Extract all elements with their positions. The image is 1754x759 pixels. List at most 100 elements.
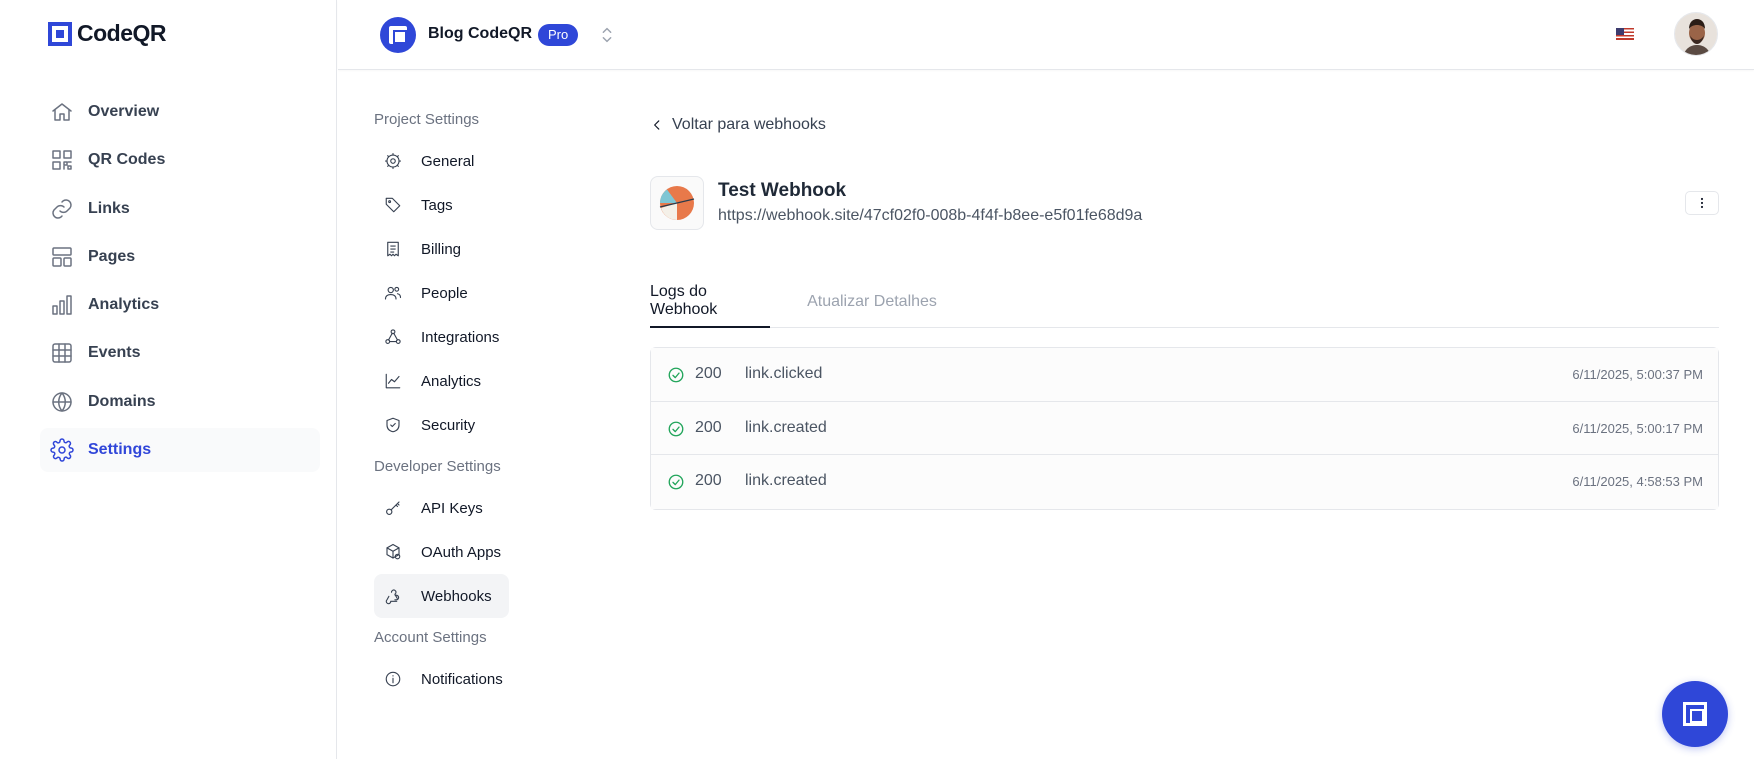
settings-item-label: Analytics [421, 372, 482, 390]
settings-item-billing[interactable]: Billing [374, 227, 509, 271]
sidebar-item-domains[interactable]: Domains [40, 380, 320, 424]
tab-update-details[interactable]: Atualizar Detalhes [802, 276, 942, 328]
sidebar-item-qr-codes[interactable]: QR Codes [40, 138, 320, 182]
log-status-code: 200 [695, 365, 722, 382]
sidebar: CodeQR Overview QR Codes Links Pages Ana… [0, 0, 337, 759]
help-chat-button[interactable] [1662, 681, 1728, 747]
sidebar-item-label: Links [88, 199, 130, 217]
layout-icon [50, 245, 74, 269]
settings-item-label: Notifications [421, 670, 503, 688]
sidebar-item-links[interactable]: Links [40, 187, 320, 231]
settings-item-label: OAuth Apps [421, 543, 502, 561]
settings-item-api-keys[interactable]: API Keys [374, 486, 509, 530]
log-row[interactable]: 200 link.clicked 6/11/2025, 5:00:37 PM [651, 348, 1718, 402]
users-icon [384, 284, 402, 302]
logo-icon [48, 21, 72, 46]
settings-item-analytics[interactable]: Analytics [374, 359, 509, 403]
plan-badge: Pro [538, 24, 579, 46]
settings-item-label: General [421, 152, 475, 170]
webhook-icon [384, 587, 402, 605]
chevron-up-down-icon[interactable] [596, 24, 618, 46]
main-nav: Overview QR Codes Links Pages Analytics … [40, 90, 320, 476]
qr-code-icon [50, 148, 74, 172]
log-row[interactable]: 200 link.created 6/11/2025, 4:58:53 PM [651, 455, 1718, 510]
sidebar-item-pages[interactable]: Pages [40, 235, 320, 279]
tab-webhook-logs[interactable]: Logs do Webhook [650, 276, 770, 328]
project-settings-title: Project Settings [374, 110, 480, 128]
settings-item-label: Integrations [421, 328, 500, 346]
key-icon [384, 499, 402, 517]
settings-item-people[interactable]: People [374, 271, 509, 315]
codeqr-logo-icon [1683, 702, 1707, 726]
sidebar-item-label: Analytics [88, 296, 160, 314]
user-photo-icon [1675, 13, 1717, 55]
cube-icon [384, 543, 402, 561]
developer-settings-title: Developer Settings [374, 457, 501, 475]
line-chart-icon [384, 372, 402, 390]
settings-item-webhooks[interactable]: Webhooks [374, 574, 509, 618]
webhook-title: Test Webhook [718, 180, 847, 201]
check-circle-icon [667, 420, 685, 438]
settings-item-label: Webhooks [421, 587, 492, 605]
project-avatar[interactable] [380, 17, 416, 53]
shield-icon [384, 416, 402, 434]
vertical-dots-icon [1700, 197, 1704, 209]
log-event: link.created [745, 472, 827, 490]
log-event: link.created [745, 418, 827, 436]
sidebar-item-label: Events [88, 344, 141, 362]
webhook-logo [650, 176, 704, 230]
settings-item-notifications[interactable]: Notifications [374, 657, 509, 701]
receipt-icon [384, 240, 402, 258]
webhook-pie-icon [659, 186, 695, 220]
bar-chart-icon [50, 293, 74, 317]
logo[interactable]: CodeQR [48, 20, 167, 47]
link-icon [50, 197, 74, 221]
sidebar-item-label: Overview [88, 103, 160, 120]
integrations-icon [384, 328, 402, 346]
topbar: Blog CodeQR Pro [338, 0, 1754, 70]
settings-item-label: API Keys [421, 499, 483, 517]
log-row[interactable]: 200 link.created 6/11/2025, 5:00:17 PM [651, 401, 1718, 456]
project-logo-icon [389, 26, 407, 44]
log-status-code: 200 [695, 472, 722, 490]
user-avatar[interactable] [1674, 12, 1718, 56]
sidebar-item-overview[interactable]: Overview [40, 90, 320, 134]
check-circle-icon [667, 366, 685, 384]
us-flag-icon[interactable] [1616, 28, 1634, 40]
settings-item-integrations[interactable]: Integrations [374, 315, 509, 359]
settings-item-security[interactable]: Security [374, 403, 509, 447]
settings-item-label: Tags [421, 196, 453, 214]
more-options-button[interactable] [1685, 191, 1719, 215]
sidebar-item-settings[interactable]: Settings [40, 428, 320, 473]
back-link-label: Voltar para webhooks [672, 116, 826, 133]
sidebar-item-label: Domains [88, 392, 156, 410]
settings-nav: Project Settings General Tags Billing Pe… [374, 108, 514, 701]
logo-text: CodeQR [77, 20, 167, 46]
tag-icon [384, 196, 402, 214]
home-icon [50, 100, 74, 124]
log-status-code: 200 [695, 418, 722, 436]
globe-icon [50, 390, 74, 414]
table-icon [50, 341, 74, 365]
check-circle-icon [667, 473, 685, 491]
sidebar-item-label: Pages [88, 247, 136, 265]
settings-item-oauth-apps[interactable]: OAuth Apps [374, 530, 509, 574]
log-timestamp: 6/11/2025, 4:58:53 PM [1572, 474, 1703, 490]
account-settings-title: Account Settings [374, 628, 487, 646]
project-name[interactable]: Blog CodeQR [428, 25, 532, 43]
sidebar-item-analytics[interactable]: Analytics [40, 283, 320, 327]
sidebar-item-label: QR Codes [88, 151, 166, 169]
settings-item-label: People [421, 284, 468, 302]
sidebar-item-events[interactable]: Events [40, 331, 320, 375]
back-to-webhooks-link[interactable]: Voltar para webhooks [650, 116, 826, 134]
sidebar-item-label: Settings [88, 441, 152, 459]
log-timestamp: 6/11/2025, 5:00:37 PM [1572, 367, 1703, 382]
settings-item-label: Billing [421, 240, 462, 258]
settings-item-tags[interactable]: Tags [374, 183, 509, 227]
webhook-url: https://webhook.site/47cf02f0-008b-4f4f-… [718, 207, 1143, 224]
chevron-left-icon [654, 120, 660, 130]
log-timestamp: 6/11/2025, 5:00:17 PM [1572, 420, 1703, 436]
settings-item-general[interactable]: General [374, 139, 509, 183]
webhook-logs-list: 200 link.clicked 6/11/2025, 5:00:37 PM 2… [650, 347, 1719, 511]
webhook-tabs: Logs do Webhook Atualizar Detalhes [650, 276, 1719, 328]
